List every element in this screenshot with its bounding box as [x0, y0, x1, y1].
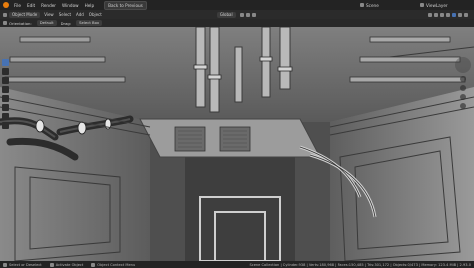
drag-label: Drag:: [60, 20, 72, 26]
viewlayer-selector[interactable]: ViewLayer: [420, 3, 448, 8]
drag-dropdown[interactable]: Select Box: [76, 20, 103, 26]
shading-wireframe-icon[interactable]: [445, 12, 450, 17]
move-tool-icon[interactable]: [2, 77, 9, 84]
status-context-hint: Object Context Menu: [91, 262, 136, 267]
navigation-gizmo: [455, 57, 471, 109]
camera-view-icon[interactable]: [460, 94, 466, 100]
select-tool-icon[interactable]: [3, 21, 7, 25]
scale-tool-icon[interactable]: [2, 95, 9, 102]
measure-tool-icon[interactable]: [2, 122, 9, 129]
menu-edit[interactable]: Edit: [27, 3, 35, 8]
status-select-text: Select or Deselect: [9, 262, 42, 267]
shading-rendered-icon[interactable]: [463, 12, 468, 17]
overlay-toggle-icon[interactable]: [433, 12, 438, 17]
select-box-tool-icon[interactable]: [2, 59, 9, 66]
menu-add[interactable]: Add: [76, 12, 84, 17]
menu-help[interactable]: Help: [85, 3, 95, 8]
snap-icon[interactable]: [245, 12, 250, 17]
orientation-label: Orientation:: [9, 20, 32, 26]
scene-label: Scene: [366, 2, 379, 8]
menu-window[interactable]: Window: [62, 3, 79, 8]
cursor-tool-icon[interactable]: [2, 68, 9, 75]
shading-material-icon[interactable]: [457, 12, 462, 17]
menu-view[interactable]: View: [44, 12, 54, 17]
menu-render[interactable]: Render: [41, 3, 56, 8]
mouse-right-icon: [91, 262, 96, 267]
scene-statistics: Scene Collection | Cylinder.938 | Verts:…: [249, 262, 471, 267]
shading-solid-icon[interactable]: [451, 12, 456, 17]
scene-render: [0, 27, 474, 261]
perspective-toggle-icon[interactable]: [460, 103, 466, 109]
editor-type-icon[interactable]: [3, 12, 7, 17]
pivot-icon[interactable]: [239, 12, 244, 17]
transform-orientation-dropdown[interactable]: Global: [216, 11, 236, 18]
xray-toggle-icon[interactable]: [439, 12, 444, 17]
mouse-middle-icon: [49, 262, 54, 267]
status-bar: Select or Deselect Activate Object Objec…: [0, 261, 474, 268]
viewport-gizmo-toggle-icon[interactable]: [427, 12, 432, 17]
menu-object[interactable]: Object: [89, 12, 102, 17]
back-to-previous-button[interactable]: Back to Previous: [104, 0, 147, 10]
menu-file[interactable]: File: [14, 3, 21, 8]
status-activate-text: Activate Object: [55, 262, 84, 267]
zoom-icon[interactable]: [460, 76, 466, 82]
scene-icon: [360, 3, 364, 7]
mode-dropdown[interactable]: Object Mode: [9, 11, 41, 18]
tool-settings-bar: Orientation: Default Drag: Select Box: [0, 19, 474, 27]
status-context-text: Object Context Menu: [97, 262, 136, 267]
transform-tool-icon[interactable]: [2, 104, 9, 111]
viewport-header: Object Mode View Select Add Object Globa…: [0, 10, 474, 19]
annotate-tool-icon[interactable]: [2, 113, 9, 120]
viewlayer-icon: [420, 3, 424, 7]
blender-logo-icon[interactable]: [3, 2, 9, 8]
proportional-edit-icon[interactable]: [251, 12, 256, 17]
orientation-dropdown[interactable]: Default: [36, 20, 57, 26]
rotate-tool-icon[interactable]: [2, 86, 9, 93]
status-select-hint: Select or Deselect: [3, 262, 42, 267]
top-menu-bar: File Edit Render Window Help Back to Pre…: [0, 0, 474, 10]
pan-icon[interactable]: [460, 85, 466, 91]
axis-gizmo-icon[interactable]: [455, 57, 471, 73]
menu-select[interactable]: Select: [59, 12, 71, 17]
status-activate-hint: Activate Object: [49, 262, 84, 267]
mouse-left-icon: [3, 262, 7, 267]
scene-selector[interactable]: Scene: [360, 3, 379, 8]
viewlayer-label: ViewLayer: [426, 2, 448, 8]
3d-viewport[interactable]: [0, 27, 474, 261]
toolbar: [2, 59, 9, 129]
